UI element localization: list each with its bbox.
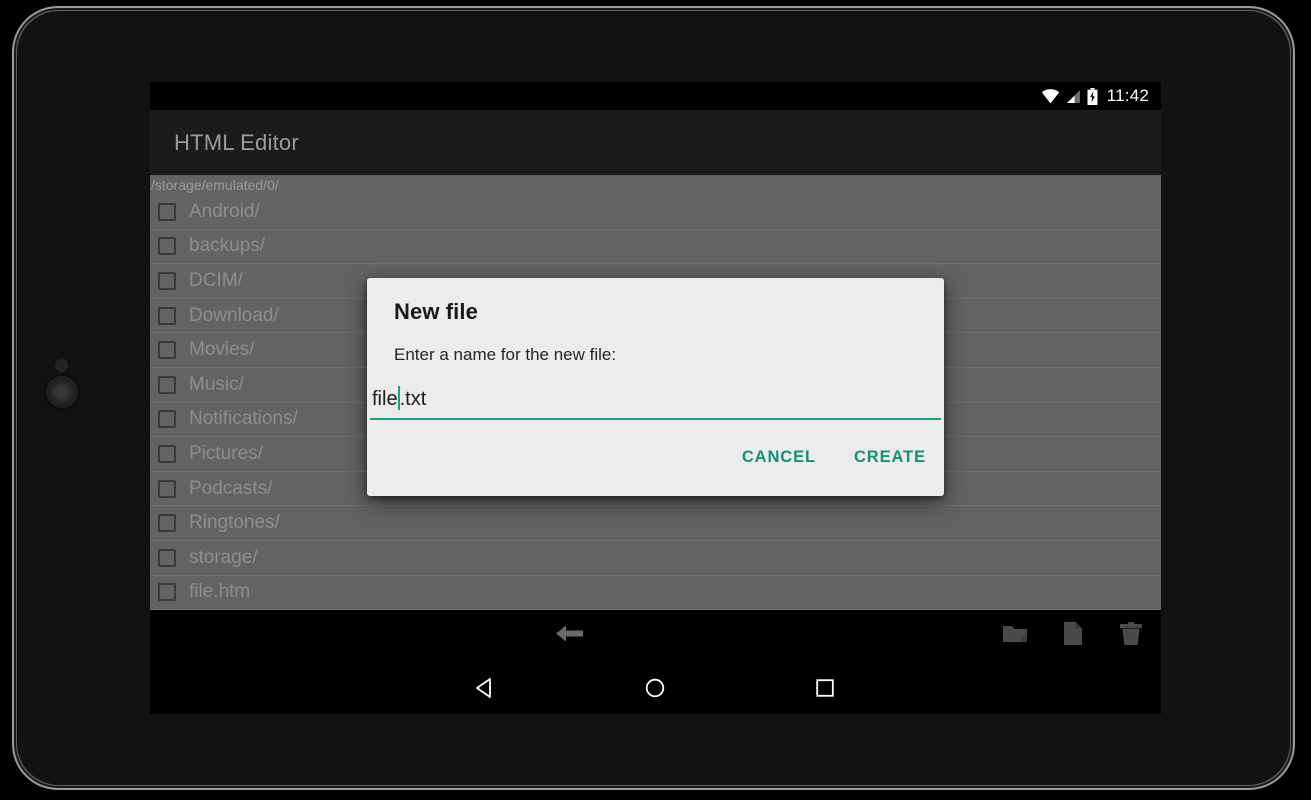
file-list-item[interactable]: Ringtones/ [150, 506, 1161, 541]
file-list-item-label: Movies/ [189, 339, 254, 361]
proximity-sensor-icon [55, 359, 68, 372]
file-list-item-label: Android/ [189, 201, 260, 223]
device-screen: 11:42 HTML Editor /storage/emulated/0/ A… [150, 82, 1161, 714]
status-bar: 11:42 [150, 82, 1161, 110]
trash-icon [1119, 622, 1143, 651]
file-list-item-label: Ringtones/ [189, 512, 280, 534]
new-file-dialog: New file Enter a name for the new file: … [367, 278, 944, 496]
status-bar-clock: 11:42 [1107, 86, 1149, 106]
file-select-checkbox[interactable] [158, 480, 176, 498]
dialog-title: New file [394, 299, 478, 325]
wifi-icon [1041, 89, 1060, 104]
file-browser-toolbar [150, 610, 1161, 665]
nav-back-button[interactable] [468, 673, 502, 707]
create-button[interactable]: CREATE [852, 444, 928, 471]
tablet-device-frame: 11:42 HTML Editor /storage/emulated/0/ A… [0, 0, 1311, 800]
back-arrow-icon [555, 622, 585, 651]
nav-home-circle-icon [644, 677, 666, 704]
new-folder-button[interactable] [995, 618, 1035, 654]
camera-lens-icon [46, 376, 78, 408]
file-select-checkbox[interactable] [158, 583, 176, 601]
current-path-label: /storage/emulated/0/ [150, 175, 1161, 195]
nav-home-button[interactable] [638, 673, 672, 707]
file-list-item[interactable]: backups/ [150, 230, 1161, 265]
file-name-input[interactable]: file.txt [370, 384, 941, 420]
new-file-button[interactable] [1053, 618, 1093, 654]
file-list-item-label: Notifications/ [189, 408, 298, 430]
navigate-up-button[interactable] [550, 618, 590, 654]
file-name-input-value: file.txt [372, 386, 426, 411]
android-navigation-bar [150, 665, 1161, 714]
file-select-checkbox[interactable] [158, 376, 176, 394]
nav-back-triangle-icon [474, 677, 496, 704]
file-select-checkbox[interactable] [158, 203, 176, 221]
page-title: HTML Editor [174, 130, 299, 156]
delete-button[interactable] [1111, 618, 1151, 654]
cancel-button[interactable]: CANCEL [740, 444, 818, 471]
file-list-item-label: file.htm [189, 581, 250, 603]
file-select-checkbox[interactable] [158, 341, 176, 359]
file-select-checkbox[interactable] [158, 307, 176, 325]
file-list-item-label: backups/ [189, 235, 265, 257]
nav-recents-button[interactable] [808, 673, 842, 707]
file-select-checkbox[interactable] [158, 514, 176, 532]
file-list-item-label: storage/ [189, 547, 258, 569]
file-icon [1062, 621, 1084, 651]
file-list-item[interactable]: Android/ [150, 195, 1161, 230]
file-select-checkbox[interactable] [158, 549, 176, 567]
input-text-before-caret: file [372, 388, 398, 410]
file-list-item[interactable]: storage/ [150, 541, 1161, 576]
battery-charging-icon [1087, 88, 1098, 105]
file-select-checkbox[interactable] [158, 410, 176, 428]
cellular-signal-icon [1066, 89, 1081, 104]
file-list-item-label: Music/ [189, 374, 244, 396]
file-list-item-label: Download/ [189, 305, 279, 327]
app-bar: HTML Editor [150, 110, 1161, 175]
input-text-after-caret: .txt [400, 388, 427, 410]
file-list-item[interactable]: file.htm [150, 576, 1161, 610]
dialog-button-row: CANCEL CREATE [706, 444, 928, 471]
file-select-checkbox[interactable] [158, 272, 176, 290]
dialog-message: Enter a name for the new file: [394, 345, 616, 365]
file-list-item-label: DCIM/ [189, 270, 243, 292]
file-list-item-label: Podcasts/ [189, 478, 272, 500]
nav-recents-square-icon [814, 677, 836, 704]
file-select-checkbox[interactable] [158, 445, 176, 463]
file-select-checkbox[interactable] [158, 237, 176, 255]
file-list-item-label: Pictures/ [189, 443, 263, 465]
folder-icon [1002, 623, 1028, 649]
